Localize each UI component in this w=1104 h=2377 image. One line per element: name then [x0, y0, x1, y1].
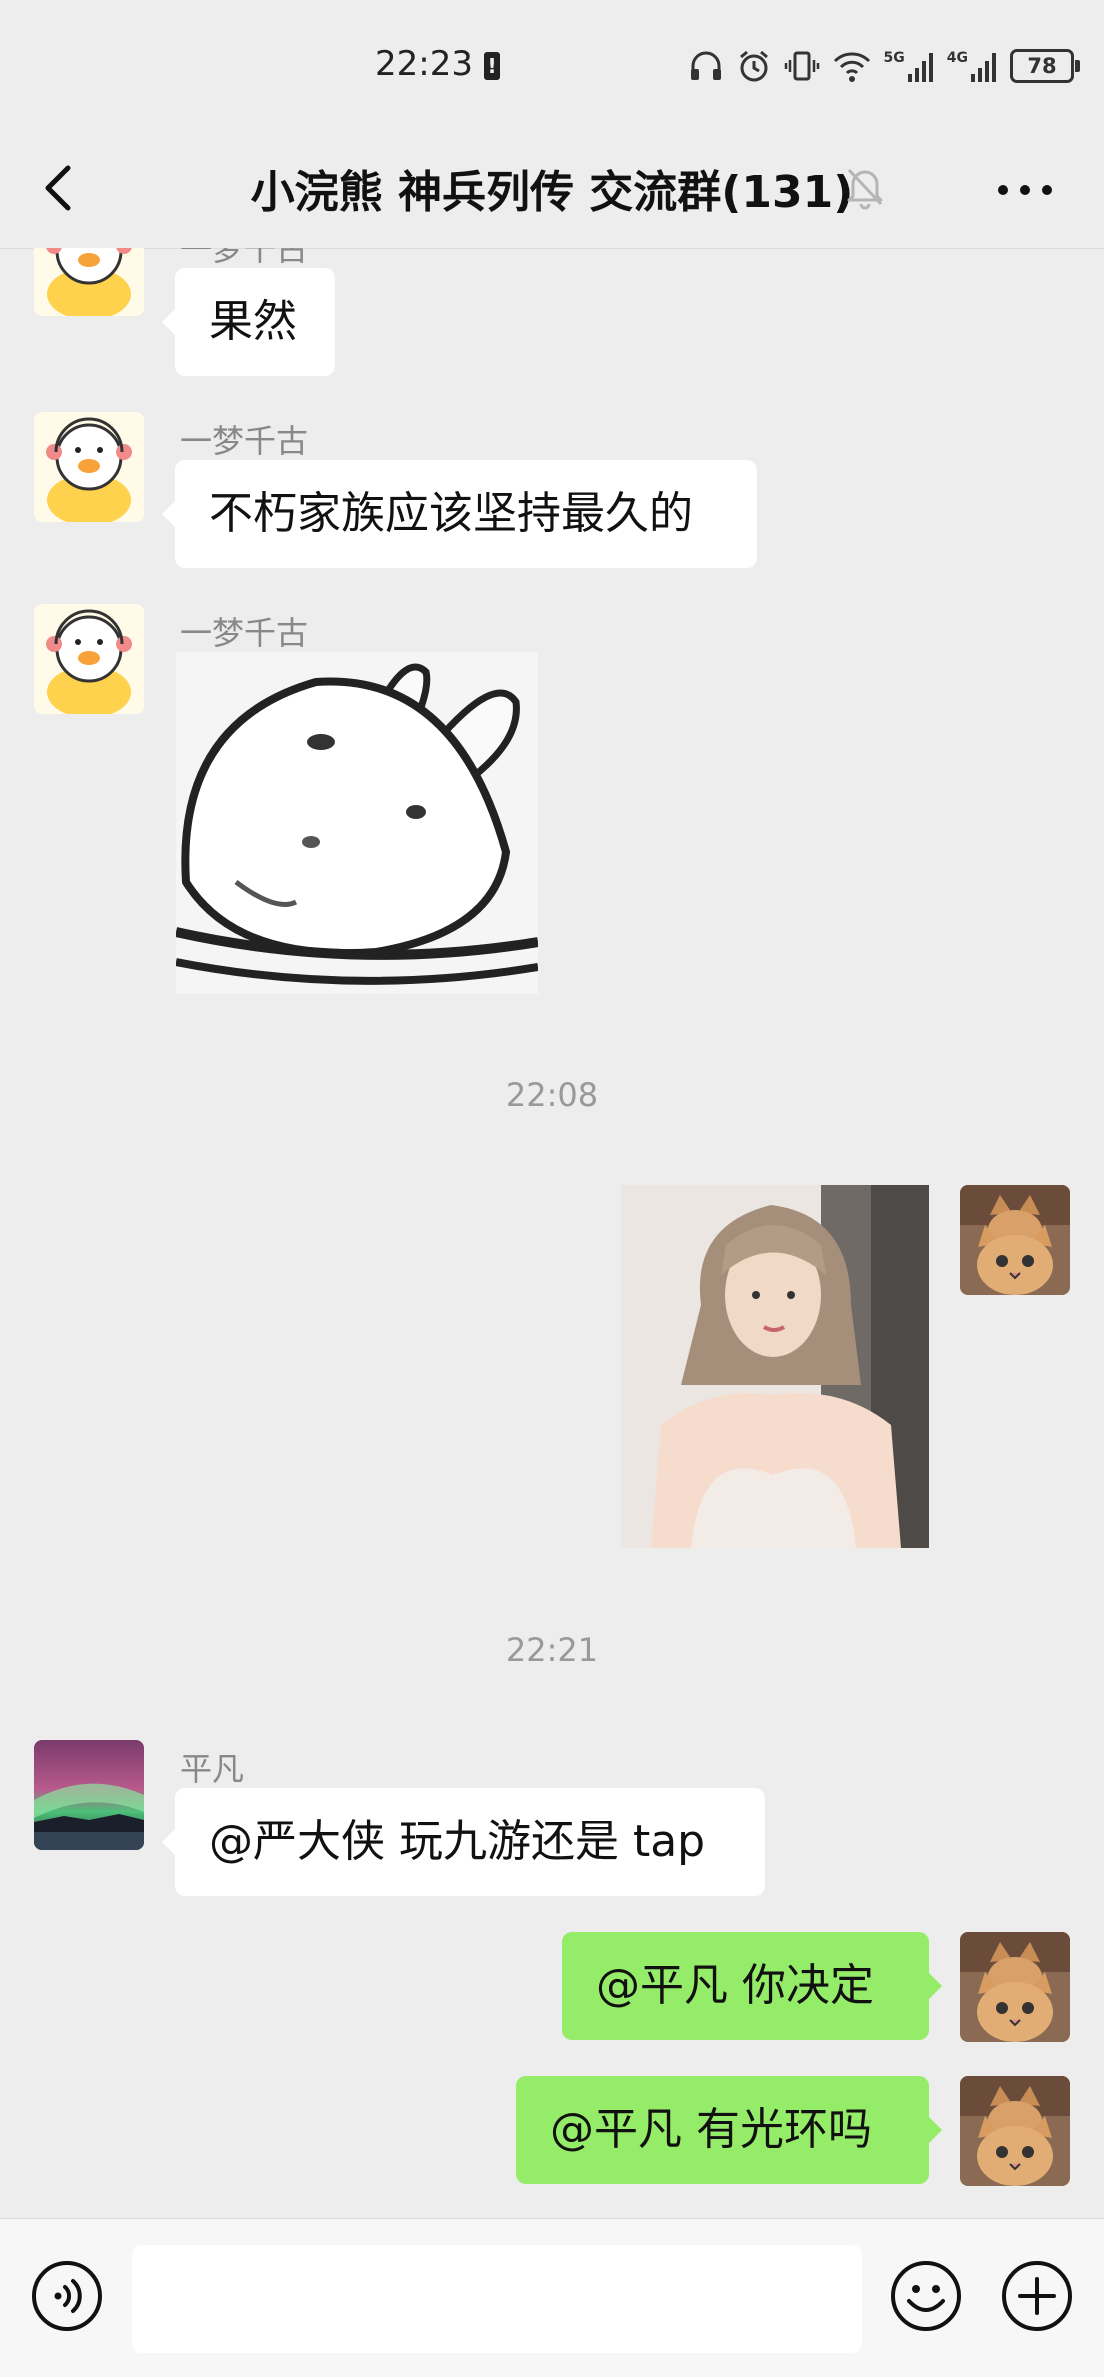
headphones-icon	[690, 51, 721, 80]
message-bubble[interactable]: @平凡 你决定	[562, 1932, 942, 2040]
sticker-image[interactable]	[176, 652, 538, 994]
duck-avatar-icon	[34, 412, 144, 522]
message-bubble[interactable]: 不朽家族应该坚持最久的	[162, 460, 757, 568]
timestamp: 22:08	[505, 1076, 599, 1114]
chat-header: 小浣熊 神兵列传 交流群(131)	[0, 130, 1104, 249]
input-bar	[0, 2218, 1104, 2377]
cat-avatar-icon	[960, 1185, 1070, 1295]
photo-image	[621, 1185, 929, 1548]
message-input[interactable]	[132, 2245, 862, 2353]
mute-icon	[847, 168, 883, 210]
avatar[interactable]	[960, 2076, 1070, 2186]
net-5g-label: 5G	[883, 50, 905, 66]
battery-saver-icon: !	[484, 52, 500, 80]
net-4g-label: 4G	[946, 50, 968, 66]
duck-avatar-icon	[34, 248, 144, 316]
timestamp: 22:21	[505, 1631, 599, 1669]
rabbit-sticker-icon	[176, 652, 538, 994]
status-bar: 22:23 ! 5G 4G 78	[0, 0, 1104, 130]
battery-icon: 78	[1010, 49, 1080, 83]
sender-name: 一梦千古	[180, 614, 309, 652]
vibrate-icon	[784, 51, 819, 81]
aurora-avatar-icon	[34, 1740, 144, 1850]
photo-message[interactable]	[621, 1185, 929, 1548]
signal-5g: 5G	[884, 50, 935, 82]
more-button[interactable]	[990, 170, 1060, 210]
avatar[interactable]	[960, 1932, 1070, 2042]
alarm-icon	[739, 50, 768, 82]
status-icons: 5G 4G 78	[688, 46, 1080, 86]
signal-4g: 4G	[947, 50, 998, 82]
plus-button[interactable]	[1000, 2259, 1074, 2333]
sender-name: 一梦千古	[180, 422, 309, 460]
chat-area[interactable]: 一梦千古 果然 一梦千古 不朽家族应该坚持最久的 一梦千古 22:08 22:2…	[0, 248, 1104, 2218]
avatar[interactable]	[34, 1740, 144, 1850]
avatar[interactable]	[34, 604, 144, 714]
message-bubble[interactable]: 果然	[162, 268, 335, 376]
message-bubble[interactable]: @平凡 有光环吗	[516, 2076, 942, 2184]
wifi-icon	[833, 52, 870, 82]
sender-name: 一梦千古	[180, 248, 309, 268]
emoji-button[interactable]	[889, 2259, 963, 2333]
avatar[interactable]	[960, 1185, 1070, 1295]
cat-avatar-icon	[960, 2076, 1070, 2186]
signal-bars-icon	[907, 53, 933, 82]
signal-bars-icon	[971, 53, 996, 82]
status-time: 22:23	[375, 44, 473, 84]
sender-name: 平凡	[180, 1750, 245, 1788]
avatar[interactable]	[34, 412, 144, 522]
battery-level: 78	[1027, 54, 1057, 78]
cat-avatar-icon	[960, 1932, 1070, 2042]
avatar[interactable]	[34, 248, 144, 316]
message-bubble[interactable]: @严大侠 玩九游还是 tap	[162, 1788, 765, 1896]
voice-button[interactable]	[30, 2259, 104, 2333]
duck-avatar-icon	[34, 604, 144, 714]
chat-title: 小浣熊 神兵列传 交流群(131)	[250, 167, 854, 218]
